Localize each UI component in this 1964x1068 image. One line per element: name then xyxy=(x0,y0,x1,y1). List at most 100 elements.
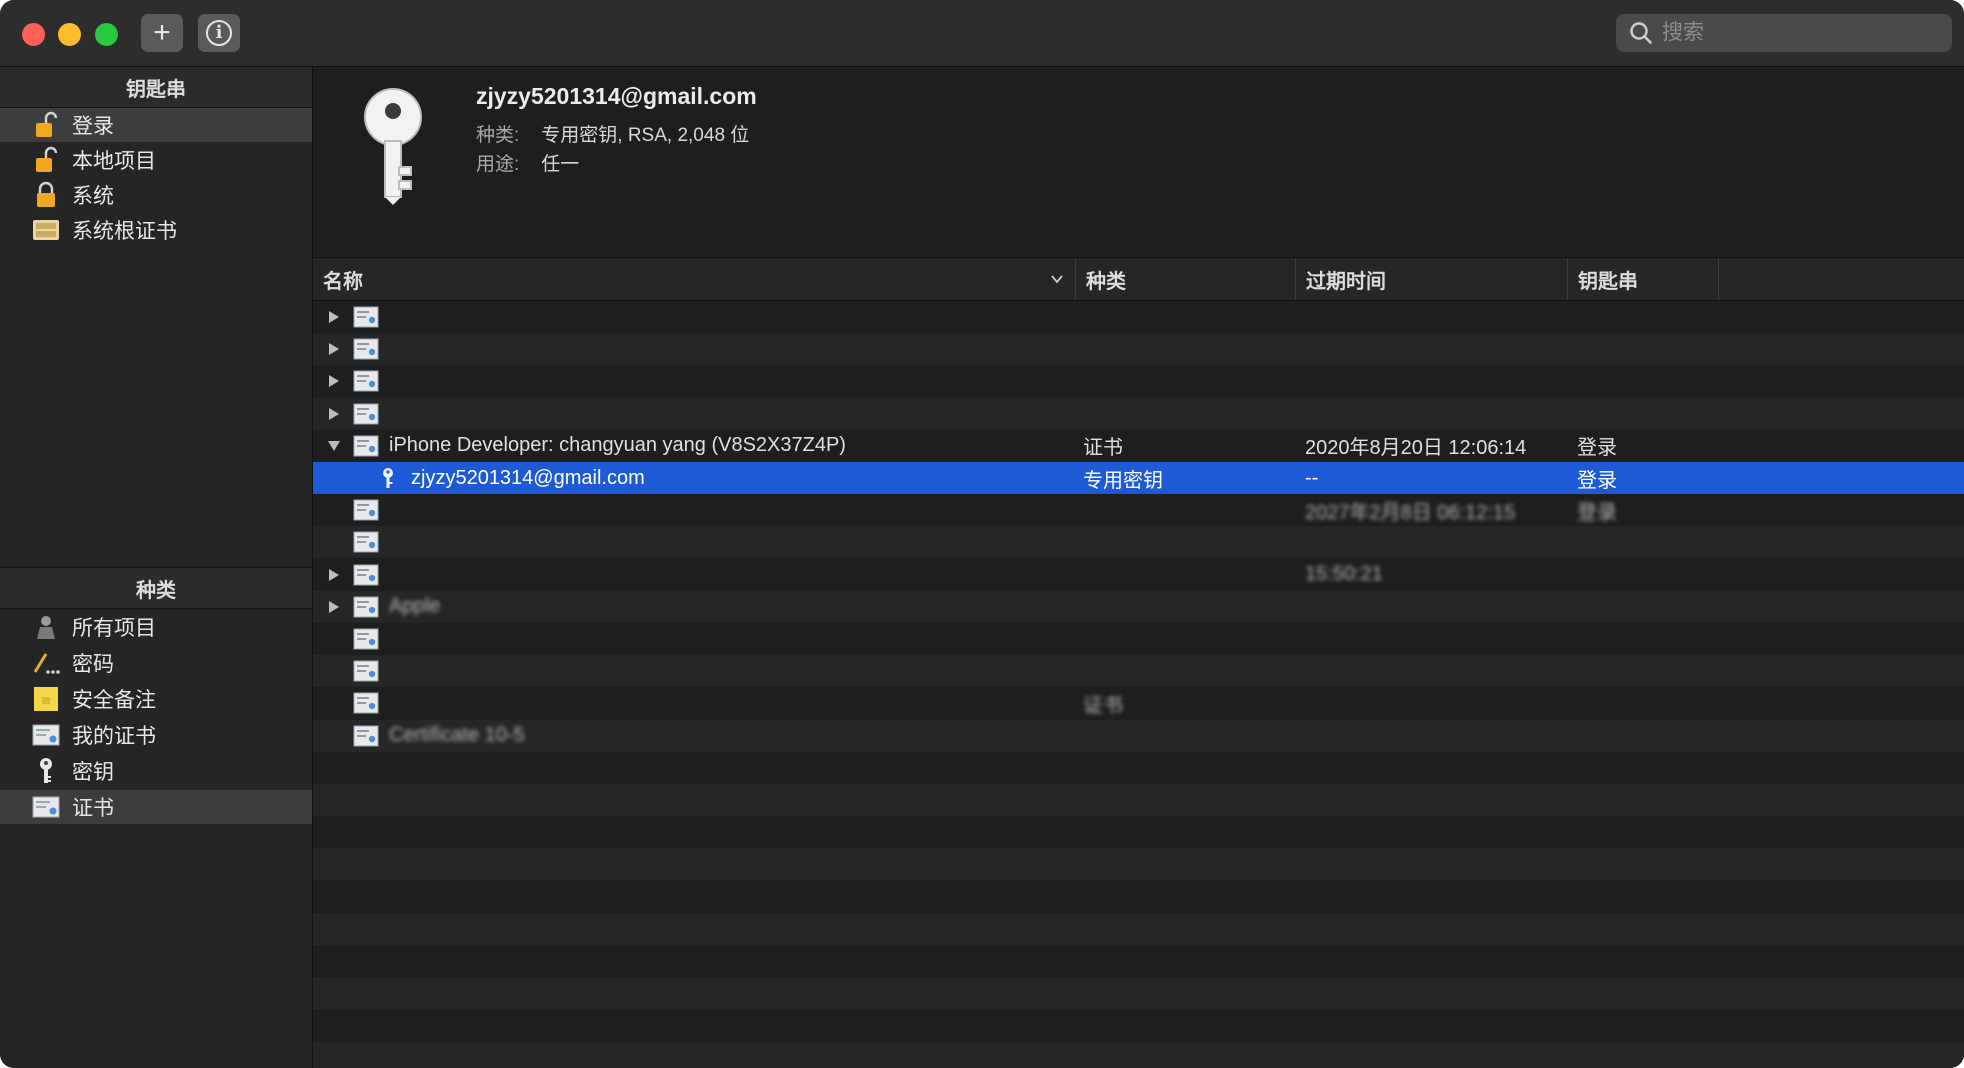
disclosure-placeholder xyxy=(325,469,343,487)
sidebar-item-local-items[interactable]: 本地项目 xyxy=(0,143,312,177)
disclosure-placeholder xyxy=(325,501,343,519)
item-name: Certificate 10-5 xyxy=(389,724,525,747)
search-field[interactable] xyxy=(1616,14,1952,52)
minimize-window-button[interactable] xyxy=(58,23,81,46)
keychain-access-window: + i 钥匙串 登录 本地项目 xyxy=(0,0,1964,1068)
certificate-icon xyxy=(353,564,379,586)
sidebar-item-keys[interactable]: 密钥 xyxy=(0,754,312,788)
cell-kind: 证书 xyxy=(1083,437,1123,460)
sidebar-item-system-roots[interactable]: 系统根证书 xyxy=(0,213,312,247)
person-icon xyxy=(32,613,60,641)
unlocked-padlock-icon xyxy=(32,111,60,139)
disclosure-placeholder xyxy=(325,662,343,680)
sidebar-item-certificates[interactable]: 证书 xyxy=(0,790,312,824)
cell-keychain xyxy=(1577,301,1707,333)
close-window-button[interactable] xyxy=(22,23,45,46)
cell-kind xyxy=(1083,365,1283,397)
cell-name xyxy=(313,301,1073,333)
cell-keychain xyxy=(1577,559,1707,591)
cell-kind xyxy=(1083,301,1283,333)
certificate-icon xyxy=(353,660,379,682)
item-name: iPhone Developer: changyuan yang (V8S2X3… xyxy=(389,434,846,457)
usage-label: 用途: xyxy=(476,154,520,175)
table-row xyxy=(313,1009,1964,1041)
sidebar-item-label: 本地项目 xyxy=(72,150,156,173)
key-icon xyxy=(383,468,393,488)
table-row[interactable] xyxy=(313,333,1964,366)
cell-keychain xyxy=(1577,623,1707,655)
cell-kind: 证书 xyxy=(1083,694,1123,717)
categories-header: 种类 xyxy=(0,567,312,609)
column-header-expires[interactable]: 过期时间 xyxy=(1295,258,1567,300)
item-name: zjyzy5201314@gmail.com xyxy=(411,466,645,489)
cell-expires xyxy=(1305,655,1565,687)
table-row[interactable] xyxy=(313,397,1964,430)
table-row[interactable] xyxy=(313,365,1964,397)
disclosure-triangle-down-icon[interactable] xyxy=(325,437,343,455)
column-header-kind[interactable]: 种类 xyxy=(1075,258,1295,300)
table-row[interactable]: 证书 xyxy=(313,687,1964,719)
sidebar-item-label: 密码 xyxy=(72,653,114,676)
sidebar-item-label: 证书 xyxy=(72,797,114,820)
zoom-window-button[interactable] xyxy=(95,23,118,46)
cell-keychain xyxy=(1577,687,1707,719)
table-row[interactable] xyxy=(313,655,1964,688)
add-item-button[interactable]: + xyxy=(141,14,183,52)
disclosure-triangle-right-icon[interactable] xyxy=(325,372,343,390)
table-row[interactable] xyxy=(313,301,1964,333)
table-row[interactable]: Certificate 10-5 xyxy=(313,719,1964,752)
table-row[interactable]: iPhone Developer: changyuan yang (V8S2X3… xyxy=(313,430,1964,462)
table-row xyxy=(313,881,1964,913)
certificate-icon xyxy=(353,628,379,650)
cell-kind xyxy=(1083,623,1283,655)
sidebar-item-system[interactable]: 系统 xyxy=(0,178,312,212)
disclosure-triangle-right-icon[interactable] xyxy=(325,405,343,423)
table-row[interactable]: 2027年2月8日 06:12:15 登录 xyxy=(313,494,1964,526)
get-info-button[interactable]: i xyxy=(198,14,240,52)
sidebar: 钥匙串 登录 本地项目 系统 系统根证书 种类 所有项目 密码 安全备注 我的证… xyxy=(0,67,313,1068)
certificate-icon xyxy=(353,435,379,457)
table-row[interactable] xyxy=(313,623,1964,655)
search-icon xyxy=(1630,22,1652,44)
column-header-name[interactable]: 名称 xyxy=(313,258,1075,300)
disclosure-placeholder xyxy=(325,630,343,648)
cell-expires xyxy=(1305,301,1565,333)
table-row[interactable] xyxy=(313,526,1964,559)
sidebar-item-secure-notes[interactable]: 安全备注 xyxy=(0,682,312,716)
sidebar-item-login[interactable]: 登录 xyxy=(0,108,312,142)
cell-kind xyxy=(1083,720,1283,752)
certificate-icon xyxy=(353,370,379,392)
disclosure-triangle-right-icon[interactable] xyxy=(325,566,343,584)
cell-kind xyxy=(1083,333,1283,365)
sidebar-item-label: 系统根证书 xyxy=(72,220,177,243)
column-header-keychain[interactable]: 钥匙串 xyxy=(1567,258,1719,300)
note-icon xyxy=(32,685,60,713)
table-row[interactable]: zjyzy5201314@gmail.com 专用密钥 -- 登录 xyxy=(313,462,1964,494)
cell-expires xyxy=(1305,526,1565,558)
cell-keychain xyxy=(1577,398,1707,430)
table-row[interactable]: Apple xyxy=(313,590,1964,623)
cell-keychain xyxy=(1577,526,1707,558)
sidebar-item-my-certificates[interactable]: 我的证书 xyxy=(0,718,312,752)
cell-kind: 专用密钥 xyxy=(1083,469,1163,492)
cell-name xyxy=(313,655,1073,687)
search-input[interactable] xyxy=(1660,20,1944,46)
cell-expires: 2027年2月8日 06:12:15 xyxy=(1305,501,1516,524)
cell-name xyxy=(313,494,1073,526)
table-row xyxy=(313,977,1964,1010)
cell-expires: 15:50:21 xyxy=(1305,563,1383,586)
disclosure-triangle-right-icon[interactable] xyxy=(325,598,343,616)
sidebar-item-label: 系统 xyxy=(72,185,114,208)
item-kind: 种类: 专用密钥, RSA, 2,048 位 xyxy=(476,120,749,147)
table-row[interactable]: 15:50:21 xyxy=(313,559,1964,591)
title-bar: + i xyxy=(0,0,1964,67)
cell-kind xyxy=(1083,494,1283,526)
disclosure-triangle-right-icon[interactable] xyxy=(325,340,343,358)
disclosure-triangle-right-icon[interactable] xyxy=(325,308,343,326)
cell-kind xyxy=(1083,591,1283,623)
sidebar-item-all-items[interactable]: 所有项目 xyxy=(0,610,312,644)
cell-expires xyxy=(1305,398,1565,430)
sidebar-item-label: 登录 xyxy=(72,115,114,138)
cell-keychain xyxy=(1577,655,1707,687)
sidebar-item-passwords[interactable]: 密码 xyxy=(0,646,312,680)
